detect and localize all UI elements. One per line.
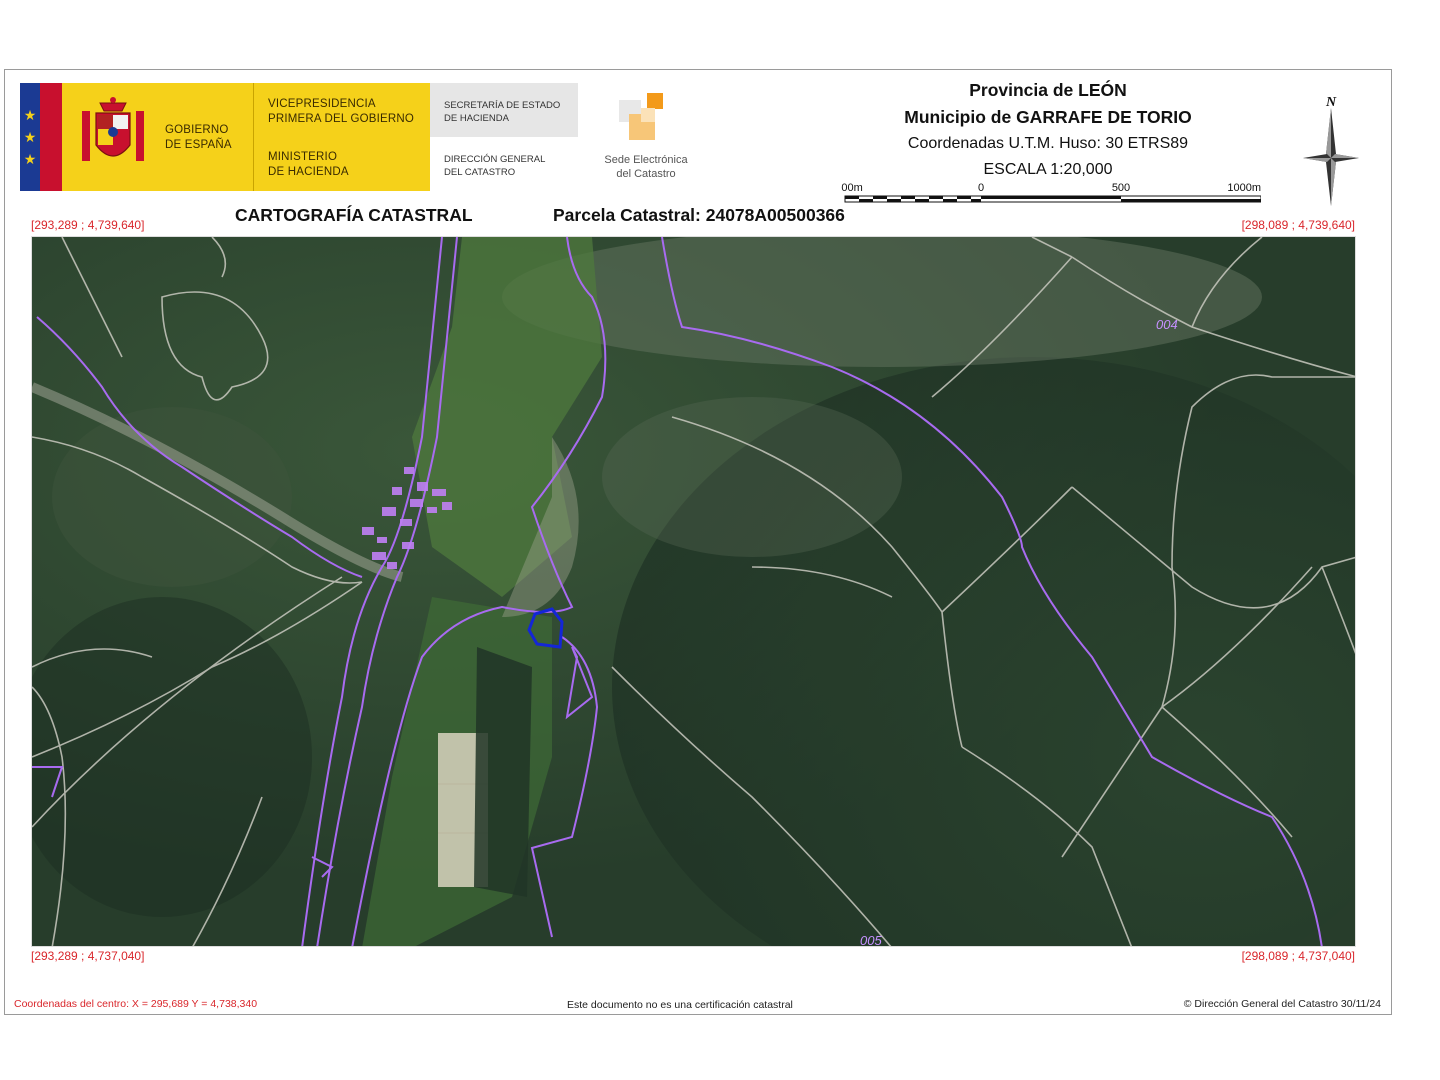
compass-north-label: N <box>1325 95 1337 110</box>
corner-coord-bottom-right: [298,089 ; 4,737,040] <box>1241 949 1355 963</box>
map-canvas[interactable]: 004 005 <box>32 237 1356 947</box>
direccion-label-1: DIRECCIÓN GENERAL <box>444 154 546 165</box>
scale-tick-label: 500m <box>841 183 863 194</box>
secretaria-panel: SECRETARÍA DE ESTADO DE HACIENDA DIRECCI… <box>430 83 578 191</box>
corner-coord-top-left: [293,289 ; 4,739,640] <box>31 218 145 232</box>
divider <box>253 83 254 191</box>
eu-flag-strip: ★ ★ ★ <box>20 83 62 191</box>
scale-tick-label: 1000m <box>1227 183 1261 194</box>
municipality-title: Municipio de GARRAFE DE TORIO <box>904 107 1192 127</box>
polygon-label: 005 <box>860 933 882 947</box>
svg-text:★: ★ <box>24 152 37 168</box>
ministerio-label-1: MINISTERIO <box>268 151 338 163</box>
polygon-label: 004 <box>1156 317 1178 332</box>
center-coordinates: Coordenadas del centro: X = 295,689 Y = … <box>14 998 258 1010</box>
gobierno-panel: GOBIERNO DE ESPAÑA VICEPRESIDENCIA PRIME… <box>62 83 430 191</box>
catastro-squares-icon <box>619 93 663 140</box>
north-arrow-icon: N <box>1301 92 1361 210</box>
coordinate-system: Coordenadas U.T.M. Huso: 30 ETRS89 <box>907 135 1189 152</box>
scale-label: ESCALA 1:20,000 <box>983 161 1113 178</box>
sede-label-2: del Catastro <box>616 168 676 180</box>
ministerio-label-2: DE HACIENDA <box>268 166 349 178</box>
copyright: © Dirección General del Catastro 30/11/2… <box>1183 998 1381 1010</box>
secretaria-label-2: DE HACIENDA <box>444 113 509 124</box>
cadastral-sheet: ★ ★ ★ GOBIERNO DE ESPAÑA VICEPRESIDENCIA… <box>4 69 1392 1015</box>
cartography-title: CARTOGRAFÍA CATASTRAL <box>235 205 473 225</box>
gobierno-label-2: DE ESPAÑA <box>165 139 232 151</box>
disclaimer: Este documento no es una certificación c… <box>567 999 793 1011</box>
scale-tick-label: 500 <box>1112 183 1130 194</box>
scale-bar: 500m 0 500 1000m <box>835 182 1262 205</box>
svg-text:★: ★ <box>24 108 37 124</box>
corner-coord-top-right: [298,089 ; 4,739,640] <box>1241 218 1355 232</box>
aerial-map[interactable]: 004 005 <box>31 236 1356 947</box>
secretaria-label-1: SECRETARÍA DE ESTADO <box>444 100 561 111</box>
coat-of-arms-icon <box>82 97 144 161</box>
vicepresidencia-label-2: PRIMERA DEL GOBIERNO <box>268 113 415 125</box>
sede-label-1: Sede Electrónica <box>604 154 688 166</box>
scale-tick-label: 0 <box>978 183 984 194</box>
direccion-label-2: DEL CATASTRO <box>444 167 516 178</box>
government-logo: ★ ★ ★ GOBIERNO DE ESPAÑA VICEPRESIDENCIA… <box>20 83 578 191</box>
vicepresidencia-label-1: VICEPRESIDENCIA <box>268 98 376 110</box>
svg-text:★: ★ <box>24 130 37 146</box>
province-title: Provincia de LEÓN <box>969 80 1127 100</box>
sede-electronica-logo: Sede Electrónica del Catastro <box>591 92 701 182</box>
corner-coord-bottom-left: [293,289 ; 4,737,040] <box>31 949 145 963</box>
gobierno-label-1: GOBIERNO <box>165 124 229 136</box>
parcel-title: Parcela Catastral: 24078A00500366 <box>553 205 845 225</box>
